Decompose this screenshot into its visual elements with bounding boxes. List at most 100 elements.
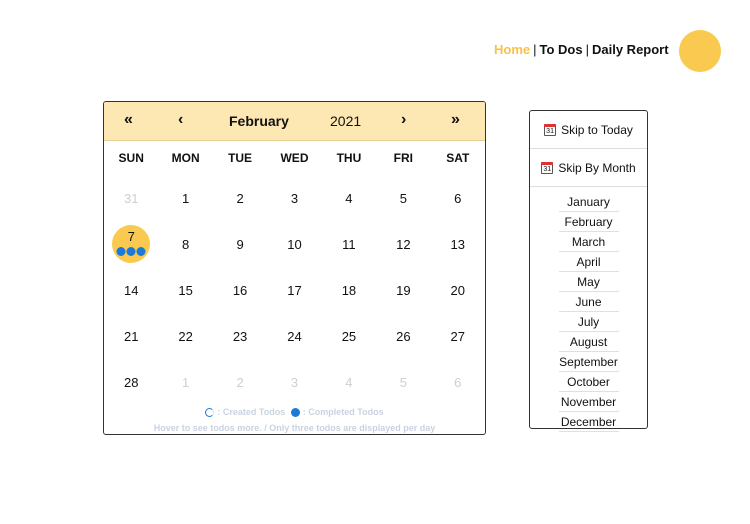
day-cell[interactable]: 31 — [104, 175, 158, 221]
skip-to-today-button[interactable]: 31 Skip to Today — [530, 111, 647, 149]
nav-separator: | — [585, 42, 589, 57]
day-number: 6 — [454, 190, 462, 206]
day-cell[interactable]: 22 — [158, 313, 212, 359]
created-todo-icon — [205, 408, 215, 417]
month-list: January February March April May June July Augu… — [530, 193, 647, 432]
todo-dots[interactable] — [116, 247, 146, 256]
month-item-january[interactable]: January — [558, 193, 619, 212]
weekday-label: SUN — [118, 151, 144, 165]
month-item-june[interactable]: June — [558, 293, 619, 312]
month-item-february[interactable]: February — [558, 213, 619, 232]
day-cell[interactable]: 19 — [376, 267, 430, 313]
day-number: 28 — [123, 374, 139, 390]
day-number: 13 — [450, 236, 465, 252]
completed-todo-icon — [290, 408, 300, 417]
day-number: 24 — [287, 328, 302, 344]
day-number: 8 — [182, 236, 190, 252]
month-item-october[interactable]: October — [558, 373, 619, 392]
hover-hint: Hover to see todos more. / Only three to… — [153, 423, 436, 433]
day-cell[interactable]: 18 — [322, 267, 376, 313]
day-cell[interactable]: 14 — [104, 267, 158, 313]
nav-home-link[interactable]: Home — [494, 42, 530, 57]
day-cell[interactable]: 5 — [376, 175, 430, 221]
day-cell[interactable]: 8 — [158, 221, 212, 267]
month-item-april[interactable]: April — [558, 253, 619, 272]
day-cell[interactable]: 20 — [431, 267, 485, 313]
day-number: 18 — [341, 282, 357, 298]
current-year: 2021 — [330, 113, 362, 129]
day-cell[interactable]: 25 — [322, 313, 376, 359]
day-cell[interactable]: 2 — [213, 359, 267, 405]
day-number: 2 — [236, 190, 244, 206]
skip-by-month-button[interactable]: 31 Skip By Month — [530, 149, 647, 187]
day-cell[interactable]: 28 — [104, 359, 158, 405]
current-month: February — [229, 113, 289, 129]
day-number: 22 — [178, 328, 193, 344]
day-cell[interactable]: 12 — [376, 221, 430, 267]
day-number: 4 — [345, 374, 353, 390]
month-item-july[interactable]: July — [558, 313, 619, 332]
day-number: 11 — [342, 236, 356, 252]
day-cell[interactable]: 4 — [322, 359, 376, 405]
day-cell[interactable]: 4 — [322, 175, 376, 221]
nav-separator: | — [533, 42, 537, 57]
top-nav: Home | To Dos | Daily Report — [494, 42, 669, 57]
weekday-label: WED — [280, 151, 309, 165]
completed-todo-dot[interactable] — [116, 247, 126, 256]
day-number: 27 — [450, 328, 465, 344]
calendar-header: « ‹ February 2021 › » — [104, 102, 485, 141]
month-item-march[interactable]: March — [558, 233, 619, 252]
day-cell[interactable]: 3 — [267, 359, 321, 405]
day-cell[interactable]: 27 — [431, 313, 485, 359]
day-cell[interactable]: 6 — [431, 359, 485, 405]
prev-year-button[interactable]: « — [124, 112, 133, 128]
legend-completed-label: : Completed Todos — [302, 407, 384, 417]
day-cell[interactable]: 11 — [322, 221, 376, 267]
day-number: 2 — [236, 374, 244, 390]
month-item-december[interactable]: December — [558, 413, 619, 432]
next-year-button[interactable]: » — [451, 112, 460, 128]
month-item-august[interactable]: August — [558, 333, 619, 352]
day-cell[interactable]: 23 — [213, 313, 267, 359]
day-number: 14 — [123, 282, 139, 298]
weekday-label: THU — [336, 151, 362, 165]
day-cell[interactable]: 1 — [158, 359, 212, 405]
day-cell-today[interactable]: 7 — [104, 221, 158, 267]
day-number: 26 — [396, 328, 411, 344]
weekday-label: SAT — [446, 151, 470, 165]
month-item-september[interactable]: September — [558, 353, 619, 372]
completed-todo-dot[interactable] — [126, 247, 136, 256]
day-number: 3 — [290, 374, 299, 390]
weekday-label: MON — [171, 151, 200, 165]
day-cell[interactable]: 13 — [431, 221, 485, 267]
completed-todo-dot[interactable] — [136, 247, 146, 256]
day-cell[interactable]: 24 — [267, 313, 321, 359]
calendar-icon: 31 — [544, 123, 557, 136]
day-number: 9 — [236, 236, 244, 252]
month-skip-panel: 31 Skip to Today 31 Skip By Month Januar… — [529, 110, 648, 432]
day-cell[interactable]: 9 — [213, 221, 267, 267]
day-cell[interactable]: 21 — [104, 313, 158, 359]
prev-month-button[interactable]: ‹ — [178, 112, 183, 128]
day-cell[interactable]: 15 — [158, 267, 212, 313]
day-cell[interactable]: 26 — [376, 313, 430, 359]
month-item-november[interactable]: November — [558, 393, 619, 412]
nav-todos-link[interactable]: To Dos — [540, 42, 583, 57]
month-item-may[interactable]: May — [558, 273, 619, 292]
day-cell[interactable]: 16 — [213, 267, 267, 313]
day-cell[interactable]: 5 — [376, 359, 430, 405]
day-number: 21 — [123, 328, 139, 344]
day-cell[interactable]: 1 — [158, 175, 212, 221]
day-cell[interactable]: 2 — [213, 175, 267, 221]
day-grid: 31 1 2 3 4 5 6 7 8 9 10 11 12 13 14 15 16 17 18 19 20 21 22 23 2… — [104, 175, 485, 405]
day-cell[interactable]: 3 — [267, 175, 321, 221]
day-cell[interactable]: 17 — [267, 267, 321, 313]
next-month-button[interactable]: › — [401, 112, 406, 128]
day-number: 25 — [341, 328, 357, 344]
day-cell[interactable]: 6 — [431, 175, 485, 221]
legend: : Created Todos : Completed Todos — [104, 407, 485, 417]
nav-daily-report-link[interactable]: Daily Report — [592, 42, 669, 57]
day-number: 1 — [182, 374, 190, 390]
avatar[interactable] — [679, 30, 721, 72]
day-cell[interactable]: 10 — [267, 221, 321, 267]
